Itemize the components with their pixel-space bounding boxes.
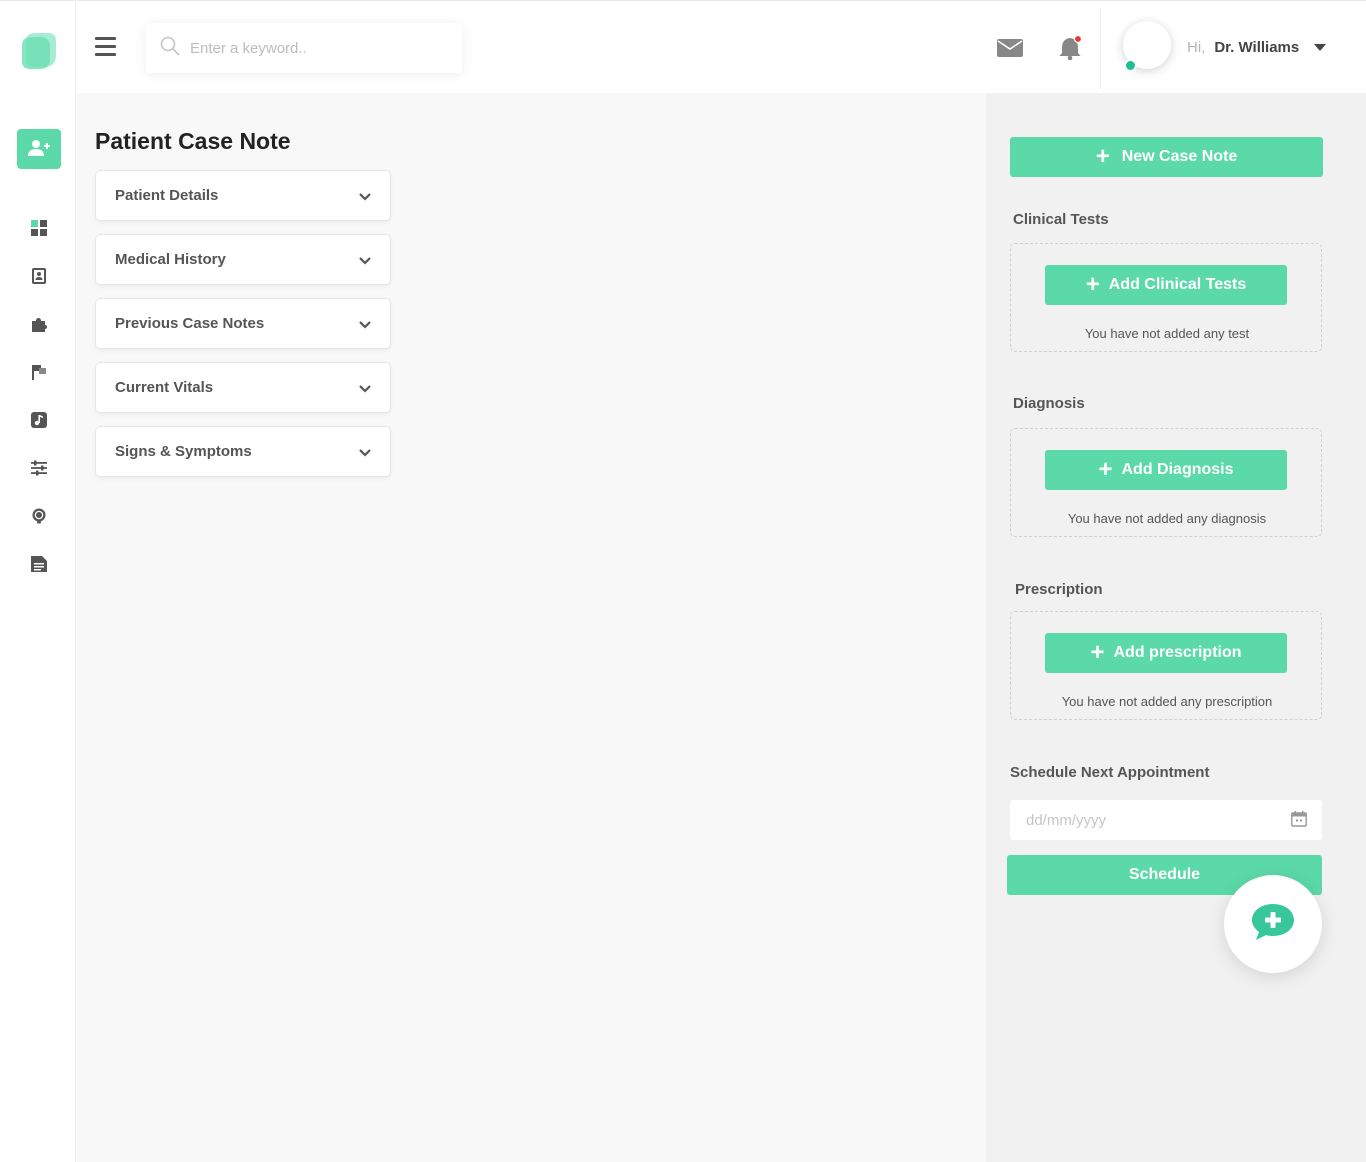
nav-dashboard[interactable] [28, 219, 50, 241]
nav-contacts[interactable] [28, 267, 50, 289]
plus-icon: + [1085, 271, 1100, 298]
sidebar [0, 0, 76, 1162]
chevron-down-icon [359, 314, 371, 333]
accordion-signs-symptoms[interactable]: Signs & Symptoms [95, 426, 391, 477]
accordion-current-vitals[interactable]: Current Vitals [95, 362, 391, 413]
user-plus-icon [28, 139, 50, 160]
app-logo[interactable] [22, 31, 58, 69]
hamburger-menu-button[interactable] [95, 37, 117, 57]
appointment-date-input[interactable] [1026, 811, 1266, 829]
accordion-patient-details[interactable]: Patient Details [95, 170, 391, 221]
nav-documents[interactable] [28, 555, 50, 577]
page-title: Patient Case Note [95, 128, 291, 154]
add-prescription-button[interactable]: + Add prescription [1045, 633, 1287, 673]
schedule-title: Schedule Next Appointment [1010, 764, 1210, 781]
flag-icon [31, 364, 47, 384]
chevron-down-icon [359, 378, 371, 397]
calendar-icon[interactable] [1291, 811, 1307, 831]
search-icon [160, 36, 180, 60]
diagnosis-empty-text: You have not added any diagnosis [1067, 511, 1267, 526]
prescription-empty-text: You have not added any prescription [1061, 694, 1273, 709]
sliders-icon [31, 460, 47, 480]
appointment-date-field [1010, 800, 1322, 840]
plus-icon: + [1098, 456, 1113, 483]
search-bar [146, 23, 462, 73]
nav-settings[interactable] [28, 459, 50, 481]
online-status-indicator [1124, 59, 1137, 72]
add-patient-button[interactable] [17, 129, 61, 169]
diagnosis-title: Diagnosis [1013, 395, 1085, 412]
add-diagnosis-button[interactable]: + Add Diagnosis [1045, 450, 1287, 490]
search-input[interactable] [190, 39, 450, 57]
floating-chat-button[interactable] [1224, 875, 1322, 973]
nav-reports[interactable] [28, 363, 50, 385]
address-book-icon [31, 268, 47, 288]
plus-icon: + [1090, 639, 1105, 666]
user-name: Dr. Williams [1214, 39, 1300, 56]
mail-icon[interactable] [997, 39, 1023, 61]
document-icon [31, 556, 47, 576]
accordion-label: Current Vitals [115, 379, 214, 396]
music-icon [31, 412, 47, 432]
chevron-down-icon [359, 250, 371, 269]
hamburger-icon [95, 37, 116, 40]
notification-bell-icon[interactable] [1059, 34, 1083, 65]
add-clinical-tests-button[interactable]: + Add Clinical Tests [1045, 265, 1287, 305]
chevron-down-icon [359, 186, 371, 205]
puzzle-icon [31, 316, 47, 336]
accordion-label: Signs & Symptoms [115, 443, 252, 460]
greeting-text: Hi, [1187, 39, 1206, 56]
accordion-label: Medical History [115, 251, 226, 268]
nav-support[interactable] [28, 507, 50, 529]
headset-icon [31, 508, 47, 528]
dashboard-icon [31, 220, 47, 240]
prescription-title: Prescription [1015, 581, 1103, 598]
nav-plugins[interactable] [28, 315, 50, 337]
accordion-label: Patient Details [115, 187, 219, 204]
accordion-medical-history[interactable]: Medical History [95, 234, 391, 285]
accordion-label: Previous Case Notes [115, 315, 265, 332]
nav-media[interactable] [28, 411, 50, 433]
clinical-tests-title: Clinical Tests [1013, 211, 1109, 228]
accordion-previous-case-notes[interactable]: Previous Case Notes [95, 298, 391, 349]
new-case-note-button[interactable]: + New Case Note [1010, 137, 1323, 177]
plus-icon: + [1095, 143, 1110, 170]
top-bar: Hi, Dr. Williams [76, 0, 1366, 93]
clinical-tests-empty-text: You have not added any test [1084, 326, 1250, 341]
caret-down-icon [1314, 44, 1327, 51]
user-menu[interactable]: Hi, Dr. Williams [1187, 39, 1327, 56]
chat-plus-icon [1251, 902, 1295, 946]
chevron-down-icon [359, 442, 371, 461]
top-divider [1100, 9, 1101, 89]
